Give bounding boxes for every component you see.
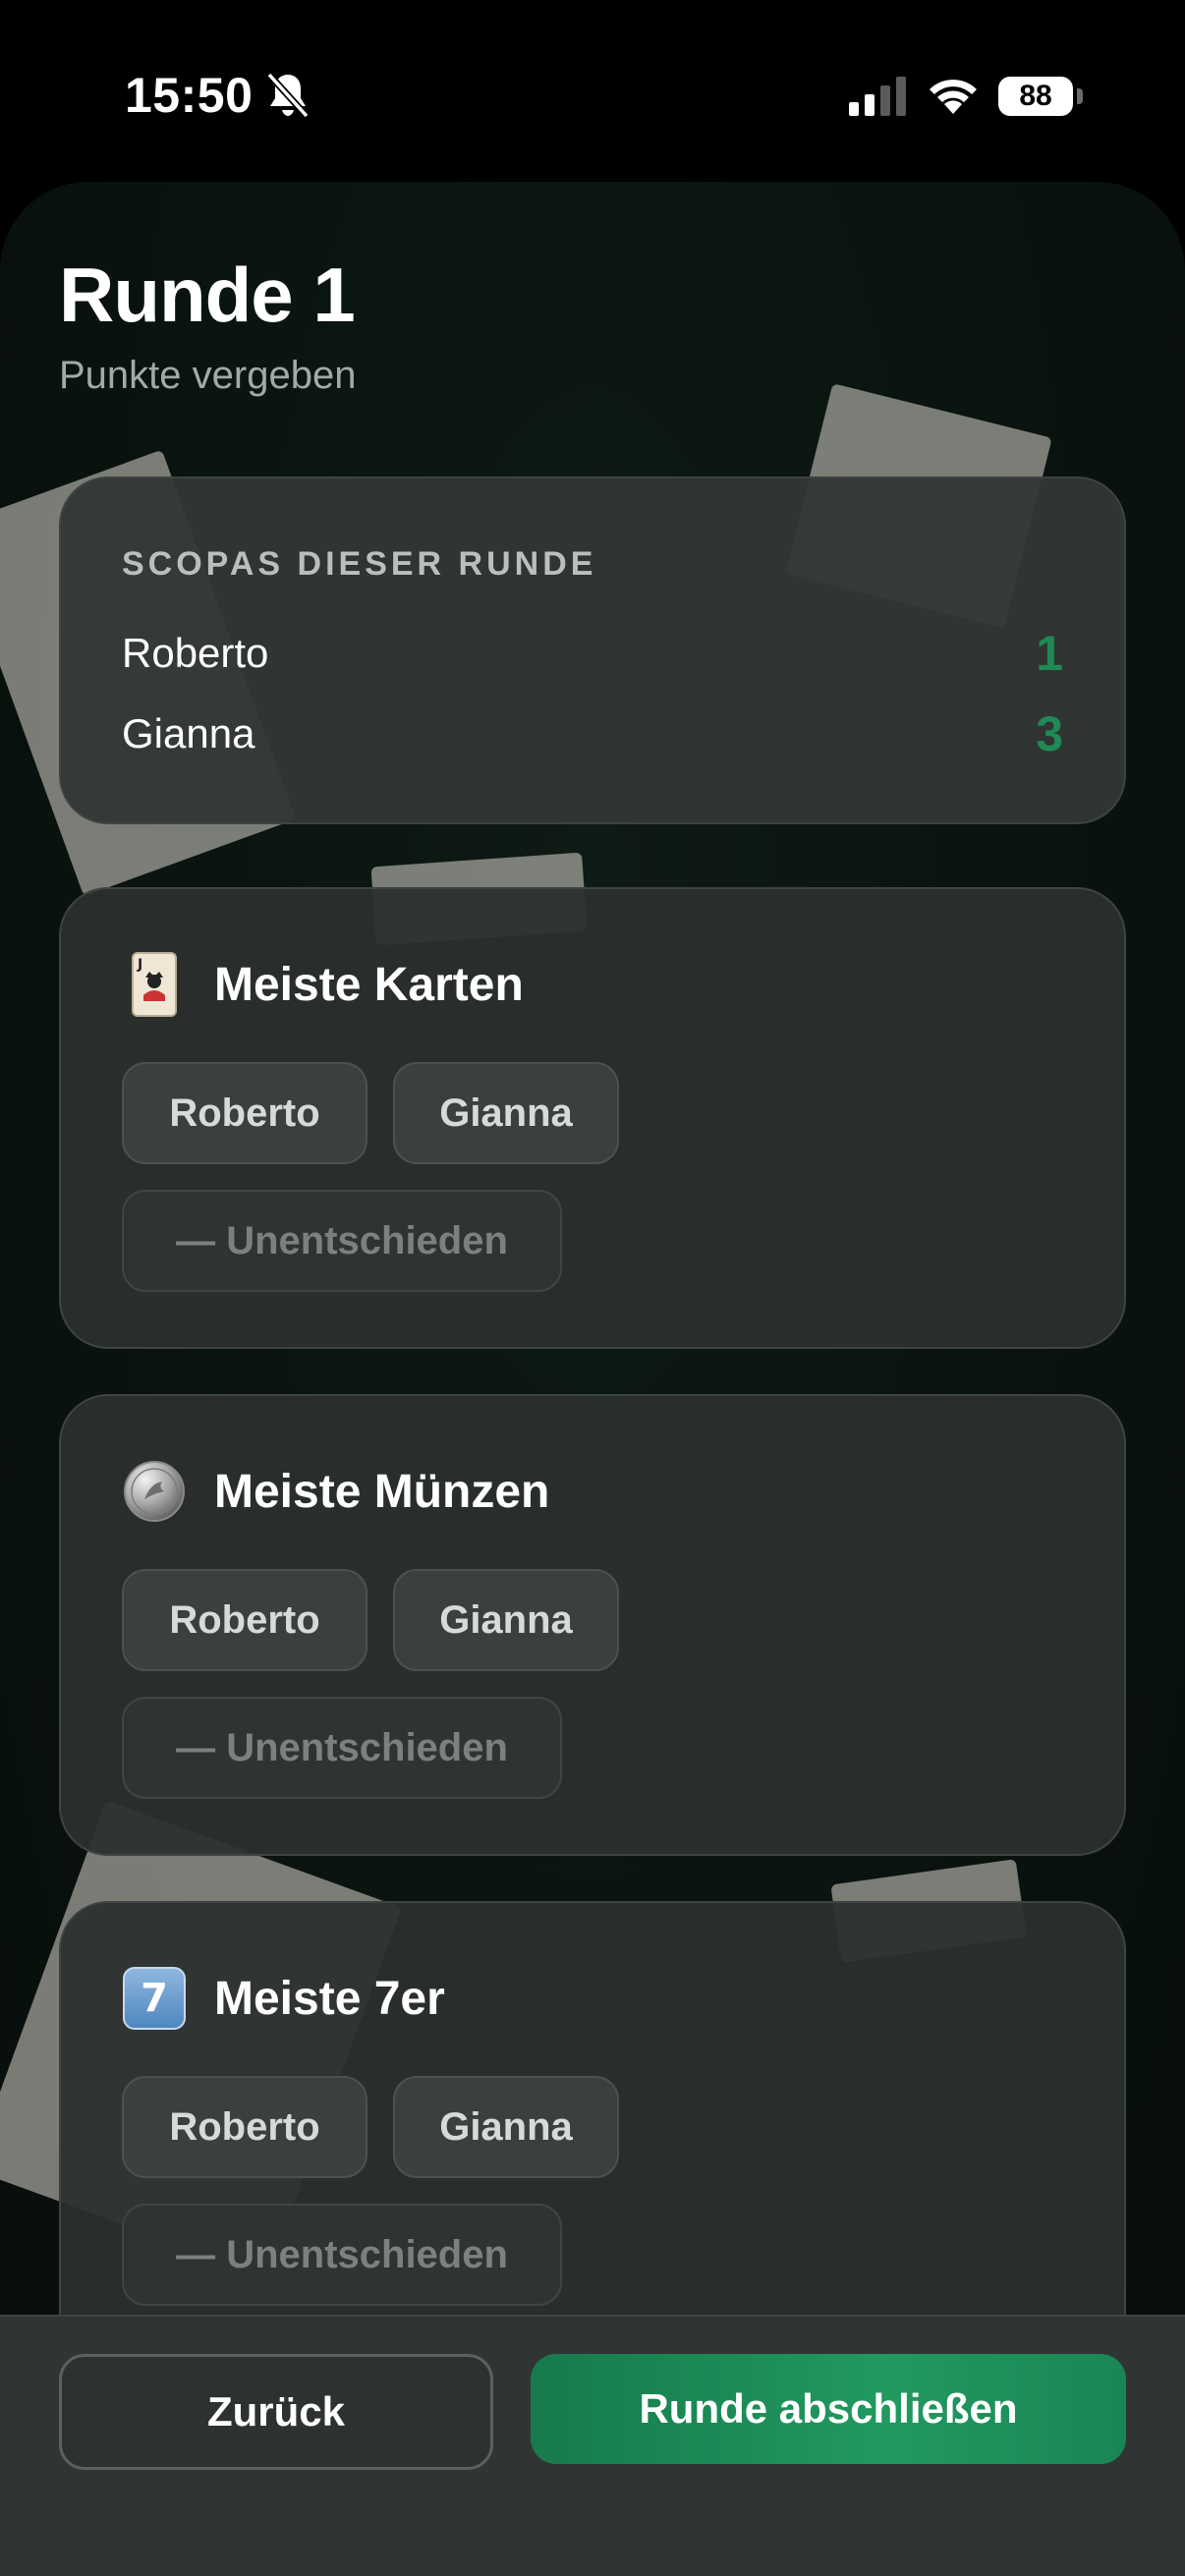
- option-button-gianna[interactable]: Gianna: [393, 1062, 619, 1164]
- wifi-icon: [930, 80, 977, 114]
- scopas-card: SCOPAS DIESER RUNDE Roberto 1 Gianna 3: [59, 476, 1126, 824]
- scopas-heading: SCOPAS DIESER RUNDE: [122, 545, 597, 583]
- scopas-row: Roberto 1: [122, 624, 1063, 683]
- option-button-tie[interactable]: — Unentschieden: [122, 1190, 562, 1292]
- coin-icon: [122, 1459, 187, 1524]
- option-button-roberto[interactable]: Roberto: [122, 1062, 367, 1164]
- category-header: Meiste Münzen: [122, 1457, 549, 1526]
- keycap-seven-label: 7: [141, 1976, 168, 2021]
- status-bar: 15:50 88: [0, 0, 1185, 187]
- category-title: Meiste 7er: [214, 1972, 445, 2025]
- bell-slash-icon: [266, 72, 310, 119]
- finish-round-button[interactable]: Runde abschließen: [531, 2354, 1126, 2464]
- scopas-row: Gianna 3: [122, 704, 1063, 763]
- scopas-count: 1: [1036, 626, 1063, 681]
- status-time: 15:50: [125, 68, 254, 123]
- option-button-roberto[interactable]: Roberto: [122, 1569, 367, 1671]
- battery-indicator: 88: [998, 77, 1073, 116]
- category-title: Meiste Karten: [214, 958, 524, 1011]
- back-button[interactable]: Zurück: [59, 2354, 493, 2470]
- option-button-roberto[interactable]: Roberto: [122, 2076, 367, 2178]
- category-card-most-coins: Meiste Münzen Roberto Gianna — Unentschi…: [59, 1394, 1126, 1856]
- category-header: 7 Meiste 7er: [122, 1964, 445, 2033]
- option-button-gianna[interactable]: Gianna: [393, 2076, 619, 2178]
- scopas-player-name: Roberto: [122, 630, 269, 676]
- svg-text:J: J: [137, 957, 142, 973]
- scopas-player-name: Gianna: [122, 710, 255, 756]
- category-title: Meiste Münzen: [214, 1465, 550, 1518]
- bottom-action-bar: Zurück Runde abschließen: [0, 2315, 1185, 2576]
- page-subtitle: Punkte vergeben: [59, 354, 357, 397]
- option-button-tie[interactable]: — Unentschieden: [122, 1697, 562, 1799]
- category-header: J Meiste Karten: [122, 950, 524, 1019]
- option-button-gianna[interactable]: Gianna: [393, 1569, 619, 1671]
- scopas-count: 3: [1036, 706, 1063, 761]
- signal-icon: [849, 77, 906, 116]
- keycap-seven-icon: 7: [122, 1966, 187, 2031]
- category-card-most-cards: J Meiste Karten Roberto Gianna — Unentsc…: [59, 887, 1126, 1349]
- round-sheet: Runde 1 Punkte vergeben SCOPAS DIESER RU…: [0, 182, 1185, 2576]
- option-button-tie[interactable]: — Unentschieden: [122, 2204, 562, 2306]
- playing-card-icon: J: [122, 952, 187, 1017]
- battery-cap: [1077, 88, 1083, 104]
- page-title: Runde 1: [59, 252, 356, 338]
